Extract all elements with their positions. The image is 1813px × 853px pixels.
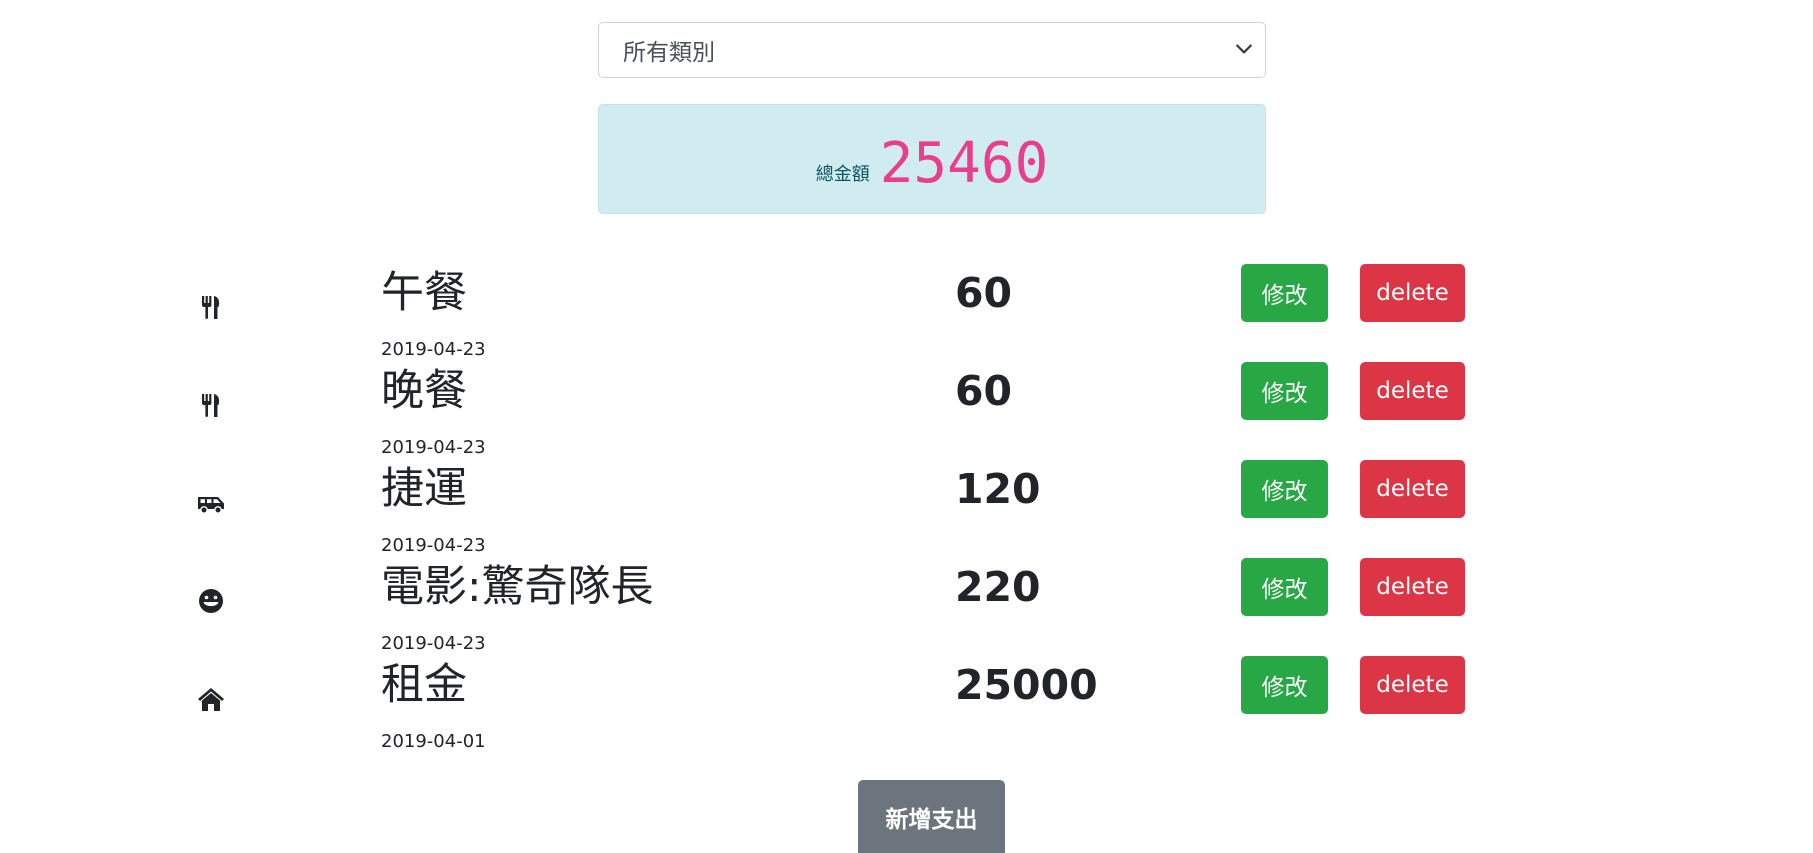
total-label: 總金額	[815, 164, 870, 185]
expense-row: 晚餐 2019-04-23 60 修改 delete	[0, 362, 1813, 460]
expense-date: 2019-04-23	[381, 535, 486, 556]
total-amount: 25460	[879, 130, 1049, 196]
delete-button[interactable]: delete	[1360, 656, 1465, 714]
expense-row: 捷運 2019-04-23 120 修改 delete	[0, 460, 1813, 558]
expense-amount: 120	[955, 465, 1041, 513]
expense-date: 2019-04-23	[381, 437, 486, 458]
chevron-down-icon	[1236, 44, 1252, 54]
utensils-icon	[202, 296, 220, 319]
edit-button[interactable]: 修改	[1241, 362, 1328, 420]
total-amount-box: 總金額 25460	[598, 104, 1266, 214]
utensils-icon	[202, 394, 220, 417]
category-select-value: 所有類別	[623, 40, 715, 66]
expense-name: 電影:驚奇隊長	[381, 562, 654, 612]
delete-button[interactable]: delete	[1360, 460, 1465, 518]
expense-amount: 60	[955, 367, 1013, 415]
expense-amount: 25000	[955, 661, 1098, 709]
add-expense-button[interactable]: 新增支出	[858, 780, 1005, 853]
edit-button[interactable]: 修改	[1241, 558, 1328, 616]
expense-amount: 220	[955, 563, 1041, 611]
delete-button[interactable]: delete	[1360, 362, 1465, 420]
edit-button[interactable]: 修改	[1241, 264, 1328, 322]
expense-date: 2019-04-23	[381, 339, 486, 360]
expense-name: 晚餐	[381, 366, 467, 416]
expense-name: 租金	[381, 660, 467, 710]
expense-amount: 60	[955, 269, 1013, 317]
expense-date: 2019-04-23	[381, 633, 486, 654]
expense-name: 捷運	[381, 464, 467, 514]
delete-button[interactable]: delete	[1360, 264, 1465, 322]
category-select[interactable]: 所有類別	[598, 22, 1266, 78]
edit-button[interactable]: 修改	[1241, 460, 1328, 518]
expense-row: 租金 2019-04-01 25000 修改 delete	[0, 656, 1813, 754]
edit-button[interactable]: 修改	[1241, 656, 1328, 714]
expense-date: 2019-04-01	[381, 731, 486, 752]
expense-row: 電影:驚奇隊長 2019-04-23 220 修改 delete	[0, 558, 1813, 656]
expense-row: 午餐 2019-04-23 60 修改 delete	[0, 264, 1813, 362]
home-icon	[198, 688, 224, 711]
grin-icon	[199, 589, 223, 613]
delete-button[interactable]: delete	[1360, 558, 1465, 616]
expense-name: 午餐	[381, 268, 467, 318]
shuttle-van-icon	[198, 497, 224, 514]
